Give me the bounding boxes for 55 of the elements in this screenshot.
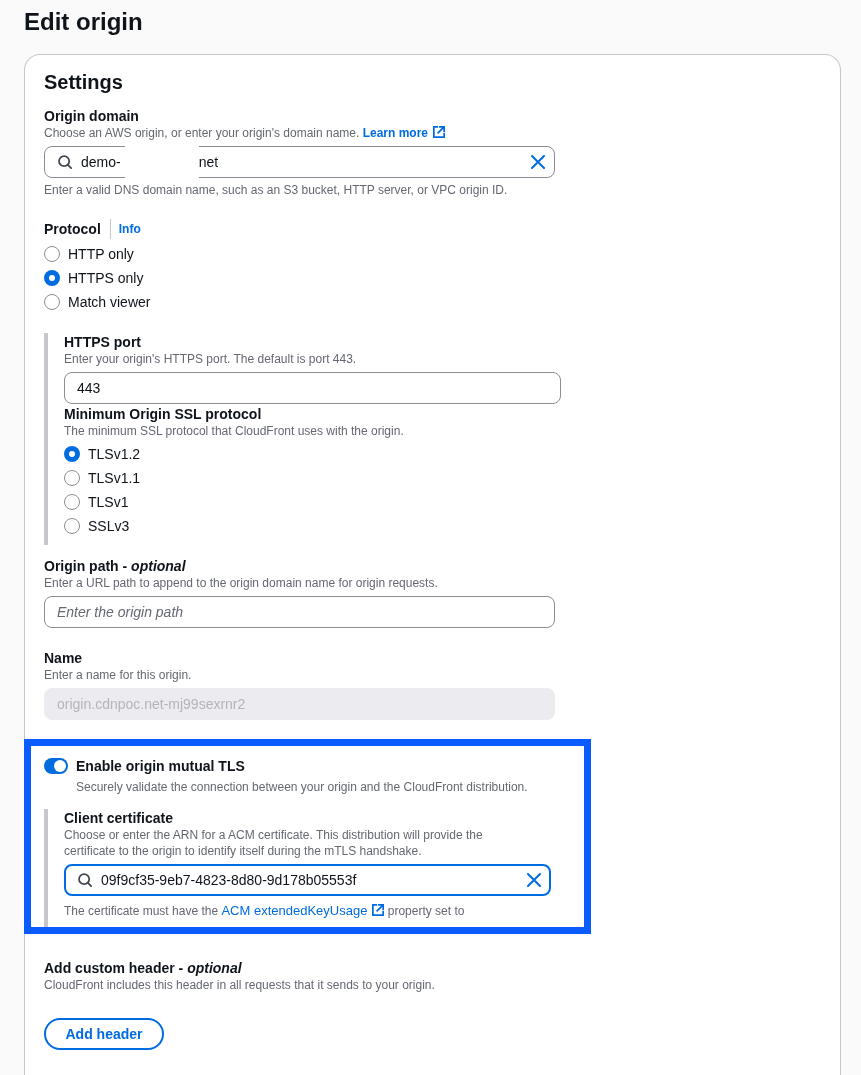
field-label: Protocol [44,220,101,238]
radio-button[interactable] [44,246,60,262]
text-input[interactable]: Enter the origin path [44,596,555,628]
toggle-switch[interactable] [44,758,68,774]
search-icon [58,155,72,169]
field-description: The minimum SSL protocol that CloudFront uses with the origin. [64,423,404,439]
acm-extendedkeyusage-link[interactable]: ACM extendedKeyUsage [221,903,385,918]
field-label: Client certificate [64,809,173,827]
field-value: net [198,153,219,171]
radio-button[interactable] [64,446,80,462]
field-description: Enter a name for this origin. [44,667,192,683]
radio-label: HTTP only [68,245,134,263]
learn-more-link[interactable]: Learn more [362,126,446,140]
field-description: Enter a valid DNS domain name, such as an S3 bucket, HTTP server, or VPC origin ID. [44,182,508,198]
radio-button[interactable] [64,494,80,510]
field-description: Enter your origin's HTTPS port. The default is port 443. [64,351,357,367]
field-label: Origin path - optional [44,557,186,575]
radio-label: Match viewer [68,293,151,311]
external-link-icon [372,904,385,916]
radio-button[interactable] [64,518,80,534]
toggle-label: Enable origin mutual TLS [76,757,245,775]
field-description: Enter a URL path to append to the origin domain name for origin requests. [44,575,438,591]
radio-label: TLSv1.1 [88,469,141,487]
field-description: Securely validate the connection between your origin and the CloudFront distribution. [75,779,529,795]
clear-button[interactable] [527,873,541,887]
search-field[interactable]: demo- net [44,146,555,178]
field-label: Origin domain [44,107,139,125]
clear-button[interactable] [531,155,545,169]
info-link[interactable]: Info [118,221,141,237]
radio-label: SSLv3 [88,517,130,535]
field-value: demo- [81,153,121,171]
radio-button[interactable] [44,294,60,310]
add-header-button[interactable]: Add header [44,1018,164,1050]
field-description: CloudFront includes this header in all requests that it sends to your origin. [44,977,435,993]
text-input[interactable]: 443 [64,372,561,404]
external-link-icon [433,126,446,138]
radio-button[interactable] [44,270,60,286]
section-title: Settings [44,70,123,94]
radio-label: HTTPS only [68,269,144,287]
close-icon [531,155,545,169]
field-label: HTTPS port [64,333,141,351]
field-label: Name [44,649,83,667]
field-label: Minimum Origin SSL protocol [64,405,262,423]
search-field[interactable]: 09f9cf35-9eb7-4823-8d80-9d178b05553f [64,864,551,896]
field-value: 09f9cf35-9eb7-4823-8d80-9d178b05553f [101,871,357,889]
close-icon [527,873,541,887]
field-description: Choose or enter the ARN for a ACM certificate. This distribution will provide the certificate to the origin to identify itself during the mTLS handshake. [64,827,484,859]
field-description: The certificate must have the ACM extendedKeyUsage property set to [64,903,465,919]
page-title: Edit origin [24,7,144,36]
radio-button[interactable] [64,470,80,486]
radio-label: TLSv1.2 [88,445,141,463]
field-label: Add custom header - optional [44,959,242,977]
search-icon [78,873,92,887]
field-description: Choose an AWS origin, or enter your origin's domain name. Learn more [44,125,446,141]
radio-label: TLSv1 [88,493,129,511]
